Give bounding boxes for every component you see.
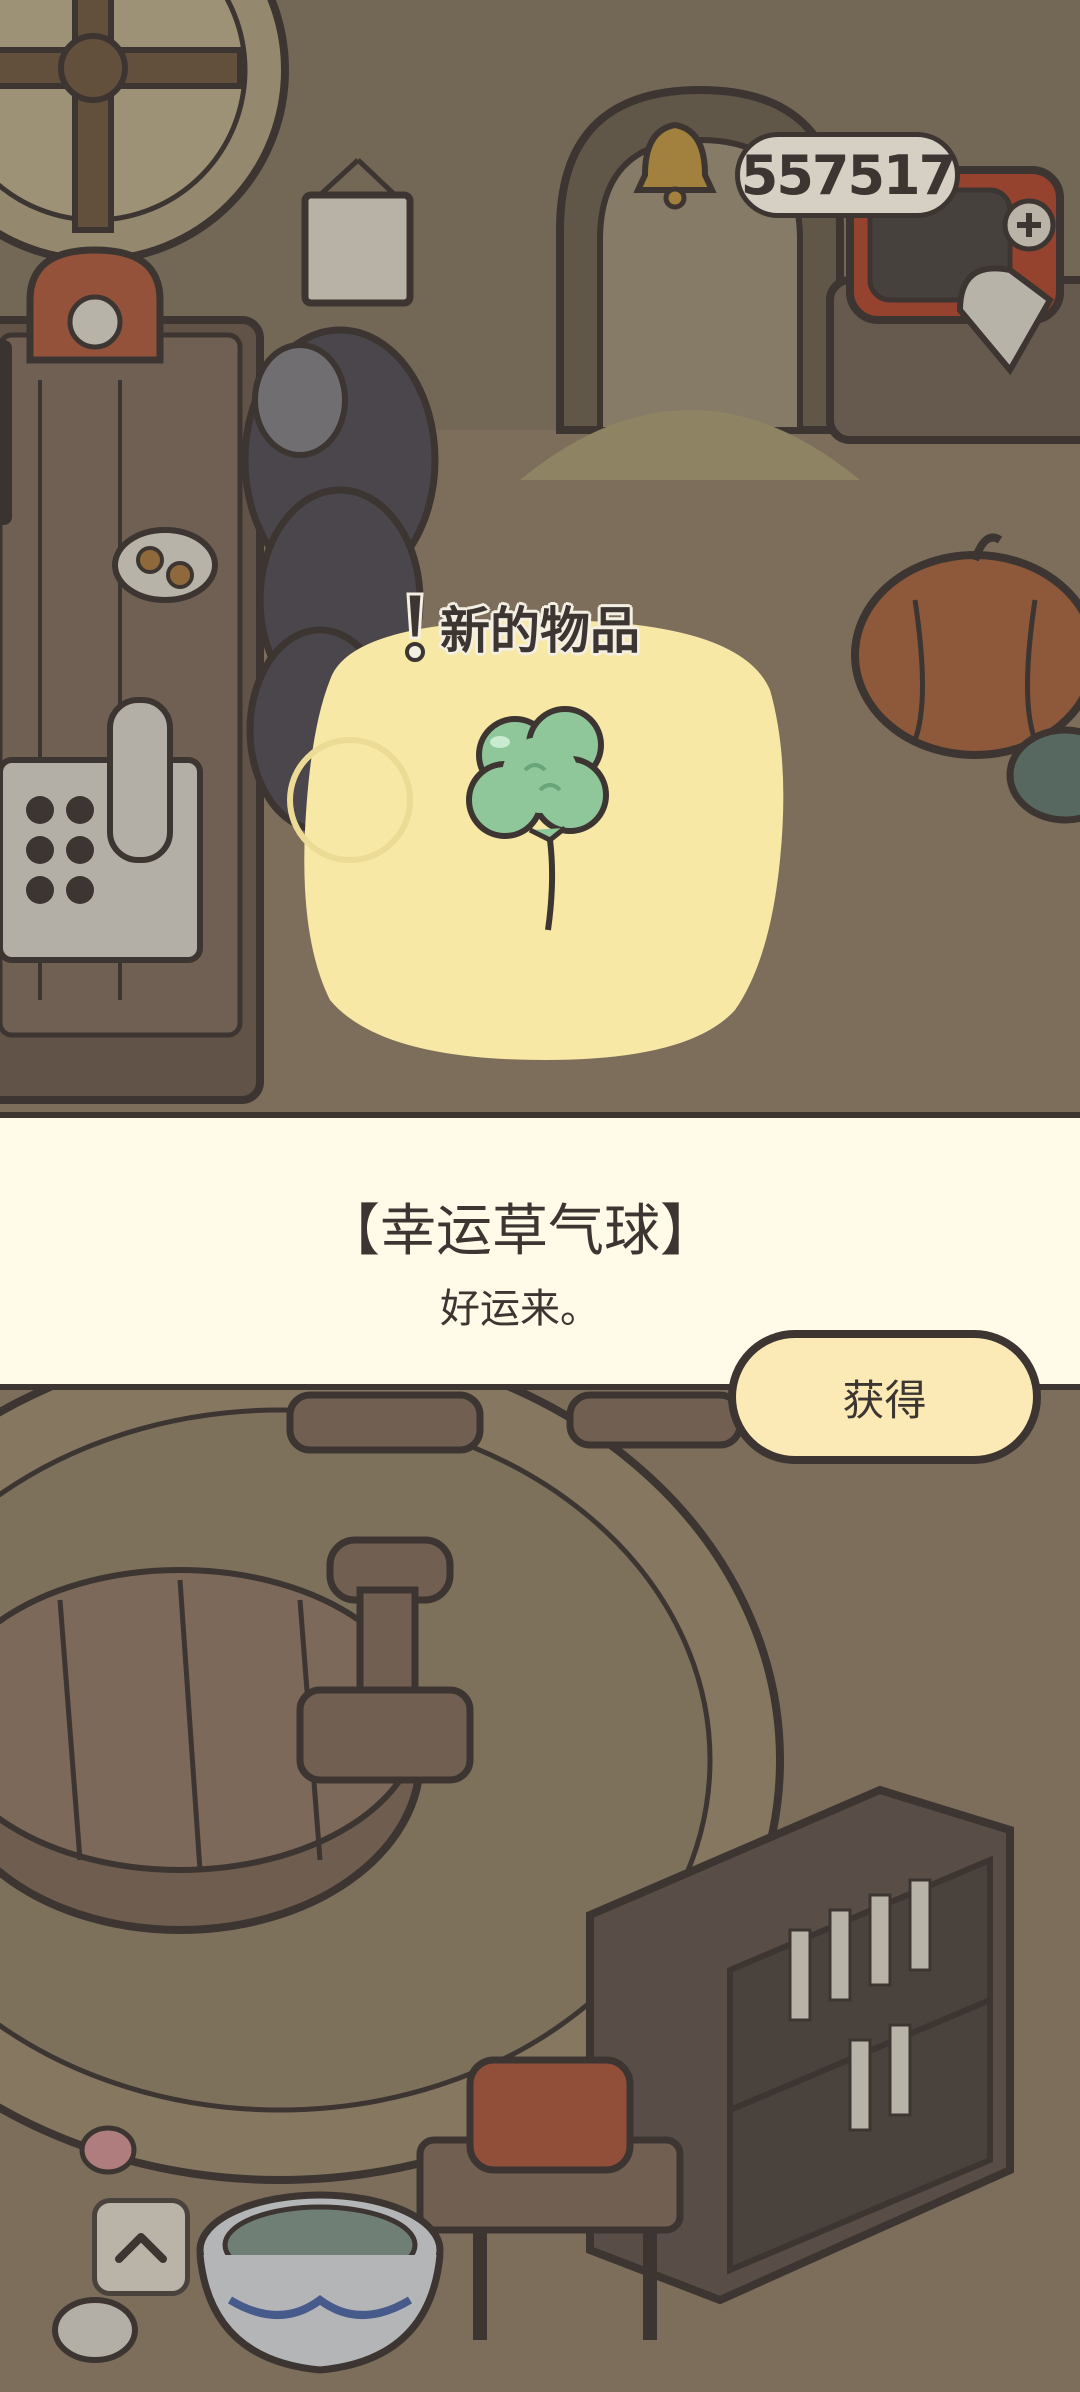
game-screen: 557517 新的物品 【幸运草气球】 好运来。 获得 [0, 0, 1080, 2392]
side-drawer-handle[interactable] [0, 340, 12, 525]
new-item-title-text: 新的物品 [440, 602, 640, 660]
scroll-up-button[interactable] [92, 2198, 190, 2296]
plus-icon[interactable] [1000, 196, 1058, 254]
coin-counter: 557517 [735, 132, 960, 218]
exclamation-icon [405, 592, 425, 662]
chevron-up-icon [115, 2233, 167, 2263]
item-spotlight [304, 620, 784, 1060]
item-description: 好运来。 [440, 1286, 600, 1332]
coin-counter-value: 557517 [740, 143, 956, 207]
get-button[interactable]: 获得 [728, 1330, 1041, 1464]
get-button-label: 获得 [842, 1375, 927, 1425]
item-name: 【幸运草气球】 [324, 1199, 716, 1264]
new-item-title: 新的物品 [400, 590, 640, 664]
